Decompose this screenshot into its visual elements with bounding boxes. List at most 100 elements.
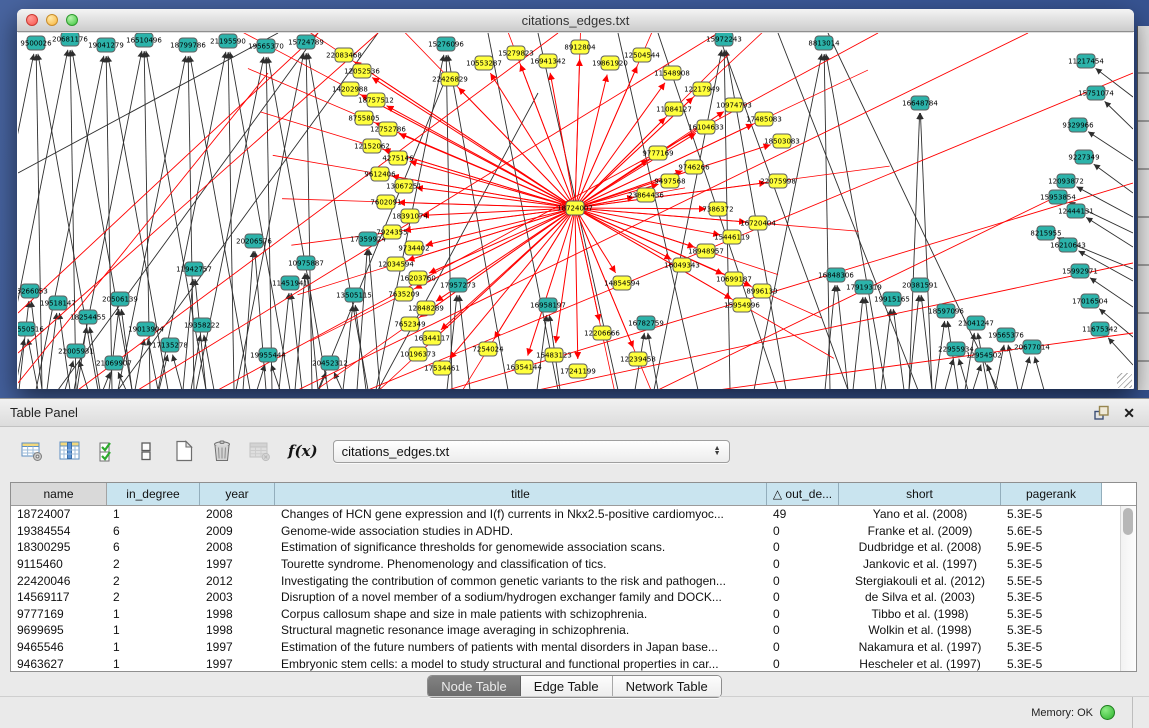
window-titlebar[interactable]: citations_edges.txt [17,9,1134,32]
network-node[interactable]: 7635209 [388,287,419,301]
network-node[interactable]: 9746266 [678,160,710,174]
column-header-in_degree[interactable]: in_degree [107,483,200,505]
network-node[interactable]: 11548908 [654,66,690,80]
network-node[interactable]: 15279823 [498,46,534,60]
network-node[interactable]: 11451941 [272,276,308,290]
tab-network-table[interactable]: Network Table [613,676,721,697]
network-node[interactable]: 15446119 [714,230,750,244]
scrollbar-thumb[interactable] [1123,508,1133,535]
column-header-out_degree[interactable]: △ out_de... [767,483,839,505]
network-node[interactable]: 16210643 [1050,238,1086,252]
delete-table-icon[interactable] [208,438,235,465]
column-header-short[interactable]: short [839,483,1001,505]
network-node[interactable]: 17016504 [1072,294,1108,308]
network-node[interactable]: 12504544 [624,48,660,62]
network-node[interactable]: 16344117 [414,331,450,345]
network-node[interactable]: 18597096 [928,304,964,318]
network-node[interactable]: 19565376 [988,328,1024,342]
network-node[interactable]: 12848289 [408,301,444,315]
table-selector-combobox[interactable]: citations_edges.txt ▲▼ [333,440,730,463]
network-node[interactable]: 16354144 [506,360,542,374]
network-node[interactable]: 17135278 [152,338,188,352]
network-node[interactable]: 10553287 [466,56,502,70]
network-node[interactable]: 20506139 [102,292,138,306]
network-node[interactable]: 18503083 [764,134,800,148]
network-node[interactable]: 12093872 [1048,174,1084,188]
table-row[interactable]: 946362711997Embryonic stem cells: a mode… [11,655,1121,671]
table-row[interactable]: 1938455462009Genome-wide association stu… [11,523,1121,540]
network-node[interactable]: 12239458 [620,352,656,366]
network-graph[interactable]: 9500026206811761904127916510496187997862… [18,33,1133,389]
network-node[interactable]: 16104633 [688,120,724,134]
network-node[interactable]: 21195590 [210,34,246,48]
network-node[interactable]: 9612406 [364,167,396,181]
table-settings-icon[interactable] [18,438,45,465]
network-node[interactable]: 25266053 [18,284,48,298]
column-visibility-icon[interactable] [56,438,83,465]
network-node[interactable]: 12034594 [378,257,414,271]
network-node[interactable]: 22075998 [760,174,796,188]
network-node[interactable]: 9227349 [1068,150,1099,164]
table-row[interactable]: 946554611997Estimation of the future num… [11,639,1121,656]
table-row[interactable]: 1456911722003Disruption of a novel membe… [11,589,1121,606]
network-node[interactable]: 17534461 [424,361,460,375]
network-node[interactable]: 19861920 [592,56,628,70]
network-node[interactable]: 8215955 [1030,226,1061,240]
function-builder-icon[interactable]: f(x) [288,442,318,460]
network-node[interactable]: 21550516 [18,322,44,336]
network-node[interactable]: 9734402 [398,241,429,255]
close-window-icon[interactable] [26,14,38,26]
network-node[interactable]: 8912804 [564,40,596,54]
network-window[interactable]: citations_edges.txt 95000262068117619041… [17,9,1134,389]
network-node[interactable]: 11217454 [1068,54,1104,68]
network-node[interactable]: 20381591 [902,278,938,292]
network-node[interactable]: 18799786 [170,38,206,52]
network-node[interactable]: 19915165 [874,292,910,306]
float-panel-icon[interactable] [1093,405,1110,421]
network-node[interactable]: 10975887 [288,256,324,270]
network-node[interactable]: 9500026 [20,36,52,50]
new-table-icon[interactable] [170,438,197,465]
network-node[interactable]: 16782759 [628,316,664,330]
network-node[interactable]: 14202988 [332,82,368,96]
network-node[interactable]: 18757512 [358,93,394,107]
table-row[interactable]: 1872400712008Changes of HCN gene express… [11,506,1121,523]
network-node[interactable]: 16720404 [740,216,776,230]
column-header-name[interactable]: name [11,483,107,505]
network-node[interactable]: 18948957 [688,244,724,258]
zoom-window-icon[interactable] [66,14,78,26]
network-node[interactable]: 12444131 [1058,204,1094,218]
column-header-title[interactable]: title [275,483,767,505]
network-node[interactable]: 15954996 [724,298,760,312]
column-header-pagerank[interactable]: pagerank [1001,483,1102,505]
table-row[interactable]: 969969511998Structural magnetic resonanc… [11,622,1121,639]
network-node[interactable]: 17957273 [440,278,476,292]
table-vertical-scrollbar[interactable] [1120,506,1136,671]
tab-edge-table[interactable]: Edge Table [521,676,613,697]
network-node[interactable]: 19518147 [40,296,76,310]
table-row[interactable]: 2242004622012Investigating the contribut… [11,572,1121,589]
network-node[interactable]: 15972243 [706,33,742,46]
network-node[interactable]: 19955444 [250,348,286,362]
close-panel-icon[interactable]: ✕ [1123,406,1135,420]
network-node[interactable]: 19041279 [88,38,124,52]
network-node[interactable]: 12152062 [354,139,390,153]
network-node[interactable]: 16648784 [902,96,938,110]
table-row[interactable]: 1830029562008Estimation of significance … [11,539,1121,556]
network-node[interactable]: 14854594 [604,276,640,290]
network-node[interactable]: 18391074 [392,209,428,223]
network-node[interactable]: 10196373 [400,347,436,361]
network-node[interactable]: 15992971 [1062,264,1098,278]
network-node[interactable]: 4275146 [382,151,414,165]
network-node[interactable]: 9329966 [1062,118,1094,132]
network-node[interactable]: 17919319 [846,280,882,294]
network-node[interactable]: 16848306 [818,268,854,282]
tab-node-table[interactable]: Node Table [428,676,521,697]
table-row[interactable]: 911546021997Tourette syndrome. Phenomeno… [11,556,1121,573]
network-node[interactable]: 15724789 [288,35,324,49]
network-node[interactable]: 17241199 [560,364,596,378]
unselect-all-icon[interactable] [132,438,159,465]
network-node[interactable]: 16203760 [400,271,436,285]
network-node[interactable]: 7386372 [702,202,733,216]
network-node[interactable]: 13505115 [336,288,372,302]
